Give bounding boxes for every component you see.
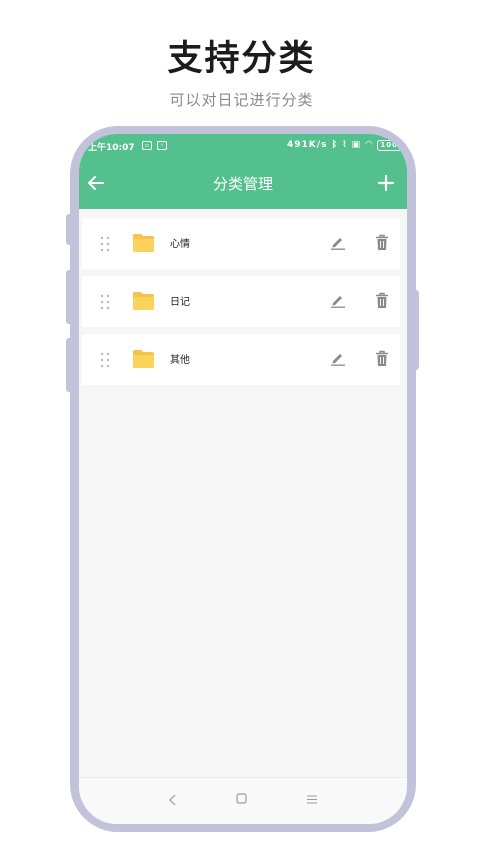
edit-icon[interactable] <box>330 350 346 366</box>
battery-level: 100 <box>380 141 398 149</box>
delete-icon[interactable] <box>375 350 389 367</box>
status-right: 491K/s ᛒ ⌇ ▣ ◠ 100 <box>287 140 401 151</box>
plus-icon[interactable] <box>375 172 397 194</box>
drag-handle-icon[interactable] <box>100 352 110 368</box>
category-row[interactable]: 日记 <box>82 276 400 327</box>
nav-back-icon[interactable] <box>168 794 178 806</box>
notification-icon: ▫ <box>142 141 152 150</box>
status-bar: 上午10:07 ▫ ◦ 491K/s ᛒ ⌇ ▣ ◠ 100 <box>79 134 407 159</box>
folder-icon <box>133 350 154 368</box>
folder-icon <box>133 292 154 310</box>
phone-screen: 上午10:07 ▫ ◦ 491K/s ᛒ ⌇ ▣ ◠ 100 分类管理 心情 日… <box>79 134 407 824</box>
bluetooth-icon: ᛒ <box>331 140 338 150</box>
sim-icon: ▣ <box>351 140 362 150</box>
promo-subtitle: 可以对日记进行分类 <box>169 91 314 109</box>
app-bar: 分类管理 <box>79 159 407 209</box>
category-row[interactable]: 其他 <box>82 334 400 385</box>
delete-icon[interactable] <box>375 292 389 309</box>
drag-handle-icon[interactable] <box>100 294 110 310</box>
wifi-icon: ◠ <box>365 140 374 150</box>
nav-menu-icon[interactable] <box>306 794 318 805</box>
phone-frame: 上午10:07 ▫ ◦ 491K/s ᛒ ⌇ ▣ ◠ 100 分类管理 心情 日… <box>70 126 416 832</box>
status-time: 上午10:07 <box>88 143 135 153</box>
system-nav-bar <box>79 777 407 824</box>
folder-icon <box>133 234 154 252</box>
battery-icon: 100 <box>377 140 401 151</box>
edit-icon[interactable] <box>330 292 346 308</box>
promo-title: 支持分类 <box>167 39 316 79</box>
category-row[interactable]: 心情 <box>82 218 400 269</box>
edit-icon[interactable] <box>330 234 346 250</box>
vibrate-icon: ⌇ <box>342 140 348 150</box>
drag-handle-icon[interactable] <box>100 236 110 252</box>
category-label: 其他 <box>170 355 190 366</box>
page-title: 分类管理 <box>212 175 273 193</box>
delete-icon[interactable] <box>375 234 389 251</box>
notification-icon: ◦ <box>157 141 167 150</box>
category-label: 日记 <box>170 297 190 308</box>
nav-home-icon[interactable] <box>236 793 247 804</box>
network-speed: 491K/s <box>287 140 328 150</box>
category-label: 心情 <box>170 239 190 250</box>
